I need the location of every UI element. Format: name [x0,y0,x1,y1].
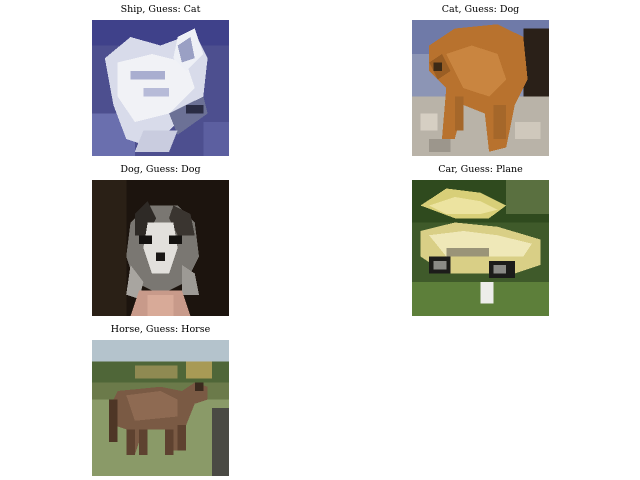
panel-title: Car, Guess: Plane [438,164,523,175]
image-grid-figure: Ship, Guess: Cat Cat, Guess: Dog Dog, Gu… [0,0,640,480]
dog-image [92,180,229,316]
horse-image [92,340,229,476]
panel-title: Cat, Guess: Dog [441,4,520,15]
car-image [412,180,549,316]
ship-image [92,20,229,156]
cat-image [412,20,549,156]
panel-title: Ship, Guess: Cat [120,4,201,15]
panel-title: Dog, Guess: Dog [120,164,201,175]
panel-title: Horse, Guess: Horse [110,324,211,335]
